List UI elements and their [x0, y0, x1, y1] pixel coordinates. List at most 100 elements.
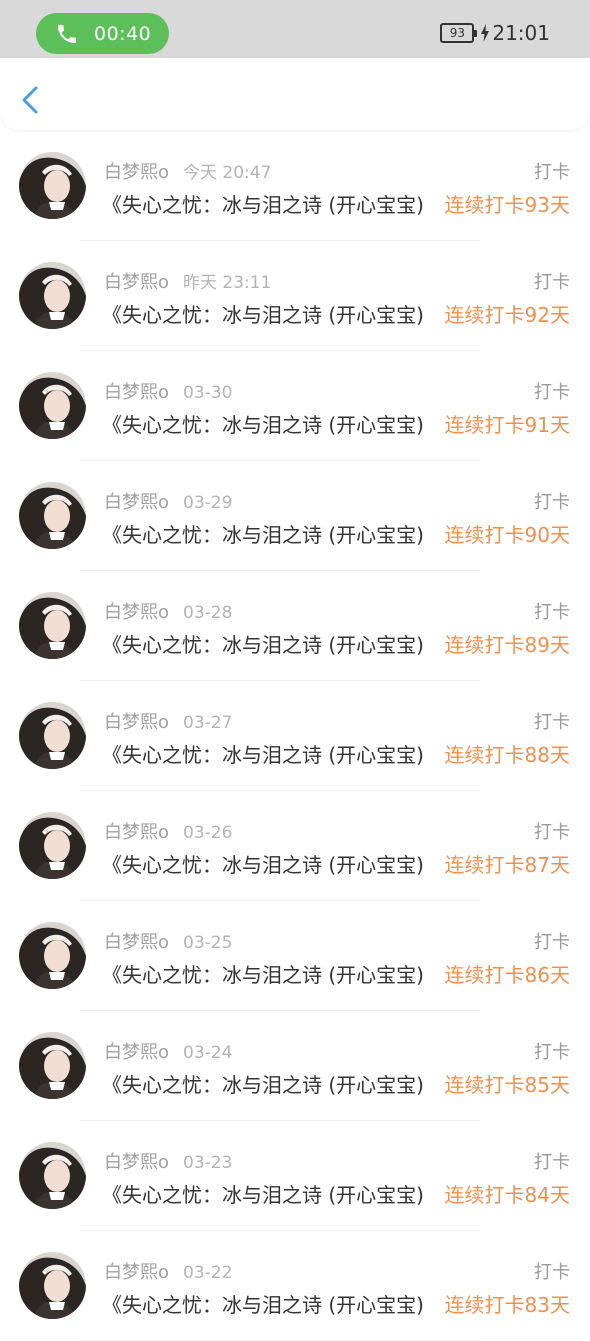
entry-title[interactable]: 《失心之忧：冰与泪之诗 (开心宝宝): [102, 739, 437, 768]
battery-icon: 93: [440, 23, 478, 43]
nav-bar: [0, 58, 590, 130]
entry-time: 03-23: [183, 1153, 233, 1173]
call-duration: 00:40: [94, 22, 152, 45]
list-item[interactable]: 白梦熙o 03-29 打卡 《失心之忧：冰与泪之诗 (开心宝宝) 连续打卡90天: [0, 461, 590, 571]
avatar-image: [19, 812, 86, 879]
entry-type-label: 打卡: [534, 272, 570, 293]
avatar[interactable]: [19, 922, 86, 989]
avatar-image: [19, 592, 86, 659]
user-name[interactable]: 白梦熙o: [104, 1152, 169, 1173]
avatar[interactable]: [19, 1032, 86, 1099]
user-name[interactable]: 白梦熙o: [104, 932, 169, 953]
user-name[interactable]: 白梦熙o: [104, 162, 169, 183]
user-name[interactable]: 白梦熙o: [104, 1042, 169, 1063]
avatar-image: [19, 702, 86, 769]
list-item[interactable]: 白梦熙o 03-26 打卡 《失心之忧：冰与泪之诗 (开心宝宝) 连续打卡87天: [0, 791, 590, 901]
entry-meta: 白梦熙o 03-28: [104, 598, 232, 624]
streak-count: 连续打卡84天: [444, 1183, 570, 1207]
entry-meta: 白梦熙o 今天 20:47: [104, 158, 271, 184]
avatar-image: [19, 262, 86, 329]
entry-type-label: 打卡: [534, 602, 570, 623]
entry-title[interactable]: 《失心之忧：冰与泪之诗 (开心宝宝): [102, 1289, 437, 1318]
entry-meta: 白梦熙o 03-27: [104, 708, 232, 734]
entry-time: 03-30: [183, 383, 233, 403]
entry-time: 昨天 23:11: [183, 273, 272, 293]
chevron-left-icon[interactable]: [16, 82, 46, 118]
charging-icon: [481, 24, 490, 42]
avatar[interactable]: [19, 152, 86, 219]
streak-count: 连续打卡86天: [444, 963, 570, 987]
entry-meta: 白梦熙o 昨天 23:11: [104, 268, 271, 294]
entry-title[interactable]: 《失心之忧：冰与泪之诗 (开心宝宝): [102, 519, 437, 548]
entry-title[interactable]: 《失心之忧：冰与泪之诗 (开心宝宝): [102, 1179, 437, 1208]
entry-time: 03-25: [183, 933, 233, 953]
entry-meta: 白梦熙o 03-24: [104, 1038, 232, 1064]
status-indicators: 93 21:01: [440, 21, 550, 45]
avatar-image: [19, 1142, 86, 1209]
entry-time: 今天 20:47: [183, 163, 272, 183]
list-item[interactable]: 白梦熙o 03-23 打卡 《失心之忧：冰与泪之诗 (开心宝宝) 连续打卡84天: [0, 1121, 590, 1231]
entry-title[interactable]: 《失心之忧：冰与泪之诗 (开心宝宝): [102, 629, 437, 658]
streak-count: 连续打卡89天: [444, 633, 570, 657]
user-name[interactable]: 白梦熙o: [104, 602, 169, 623]
checkin-list: 白梦熙o 今天 20:47 打卡 《失心之忧：冰与泪之诗 (开心宝宝) 连续打卡9…: [0, 131, 590, 1341]
avatar[interactable]: [19, 1252, 86, 1319]
streak-count: 连续打卡91天: [444, 413, 570, 437]
avatar[interactable]: [19, 702, 86, 769]
user-name[interactable]: 白梦熙o: [104, 822, 169, 843]
entry-time: 03-28: [183, 603, 233, 623]
avatar[interactable]: [19, 482, 86, 549]
avatar-image: [19, 922, 86, 989]
streak-count: 连续打卡83天: [444, 1293, 570, 1317]
user-name[interactable]: 白梦熙o: [104, 712, 169, 733]
user-name[interactable]: 白梦熙o: [104, 272, 169, 293]
entry-type-label: 打卡: [534, 1262, 570, 1283]
status-bar: 00:40 93 21:01: [0, 0, 590, 58]
avatar-image: [19, 1032, 86, 1099]
entry-type-label: 打卡: [534, 162, 570, 183]
entry-time: 03-27: [183, 713, 233, 733]
list-item[interactable]: 白梦熙o 03-27 打卡 《失心之忧：冰与泪之诗 (开心宝宝) 连续打卡88天: [0, 681, 590, 791]
entry-title[interactable]: 《失心之忧：冰与泪之诗 (开心宝宝): [102, 409, 437, 438]
entry-title[interactable]: 《失心之忧：冰与泪之诗 (开心宝宝): [102, 189, 437, 218]
entry-type-label: 打卡: [534, 1152, 570, 1173]
list-item[interactable]: 白梦熙o 03-24 打卡 《失心之忧：冰与泪之诗 (开心宝宝) 连续打卡85天: [0, 1011, 590, 1121]
user-name[interactable]: 白梦熙o: [104, 492, 169, 513]
user-name[interactable]: 白梦熙o: [104, 382, 169, 403]
entry-type-label: 打卡: [534, 492, 570, 513]
list-item[interactable]: 白梦熙o 03-30 打卡 《失心之忧：冰与泪之诗 (开心宝宝) 连续打卡91天: [0, 351, 590, 461]
avatar-image: [19, 372, 86, 439]
list-item[interactable]: 白梦熙o 03-28 打卡 《失心之忧：冰与泪之诗 (开心宝宝) 连续打卡89天: [0, 571, 590, 681]
avatar[interactable]: [19, 262, 86, 329]
entry-title[interactable]: 《失心之忧：冰与泪之诗 (开心宝宝): [102, 959, 437, 988]
entry-title[interactable]: 《失心之忧：冰与泪之诗 (开心宝宝): [102, 849, 437, 878]
battery-level: 93: [449, 26, 465, 40]
avatar[interactable]: [19, 1142, 86, 1209]
list-item[interactable]: 白梦熙o 03-25 打卡 《失心之忧：冰与泪之诗 (开心宝宝) 连续打卡86天: [0, 901, 590, 1011]
streak-count: 连续打卡92天: [444, 303, 570, 327]
entry-time: 03-22: [183, 1263, 233, 1283]
streak-count: 连续打卡93天: [444, 193, 570, 217]
entry-meta: 白梦熙o 03-25: [104, 928, 232, 954]
clock: 21:01: [492, 21, 550, 45]
list-item[interactable]: 白梦熙o 03-22 打卡 《失心之忧：冰与泪之诗 (开心宝宝) 连续打卡83天: [0, 1231, 590, 1341]
entry-meta: 白梦熙o 03-29: [104, 488, 232, 514]
entry-meta: 白梦熙o 03-26: [104, 818, 232, 844]
entry-type-label: 打卡: [534, 932, 570, 953]
entry-meta: 白梦熙o 03-22: [104, 1258, 232, 1284]
entry-title[interactable]: 《失心之忧：冰与泪之诗 (开心宝宝): [102, 299, 437, 328]
entry-meta: 白梦熙o 03-30: [104, 378, 232, 404]
avatar[interactable]: [19, 372, 86, 439]
list-item[interactable]: 白梦熙o 昨天 23:11 打卡 《失心之忧：冰与泪之诗 (开心宝宝) 连续打卡9…: [0, 241, 590, 351]
entry-time: 03-29: [183, 493, 233, 513]
entry-meta: 白梦熙o 03-23: [104, 1148, 232, 1174]
ongoing-call-pill[interactable]: 00:40: [36, 13, 169, 54]
entry-title[interactable]: 《失心之忧：冰与泪之诗 (开心宝宝): [102, 1069, 437, 1098]
avatar-image: [19, 1252, 86, 1319]
list-item[interactable]: 白梦熙o 今天 20:47 打卡 《失心之忧：冰与泪之诗 (开心宝宝) 连续打卡9…: [0, 131, 590, 241]
avatar-image: [19, 482, 86, 549]
avatar-image: [19, 152, 86, 219]
entry-type-label: 打卡: [534, 822, 570, 843]
avatar[interactable]: [19, 592, 86, 659]
avatar[interactable]: [19, 812, 86, 879]
